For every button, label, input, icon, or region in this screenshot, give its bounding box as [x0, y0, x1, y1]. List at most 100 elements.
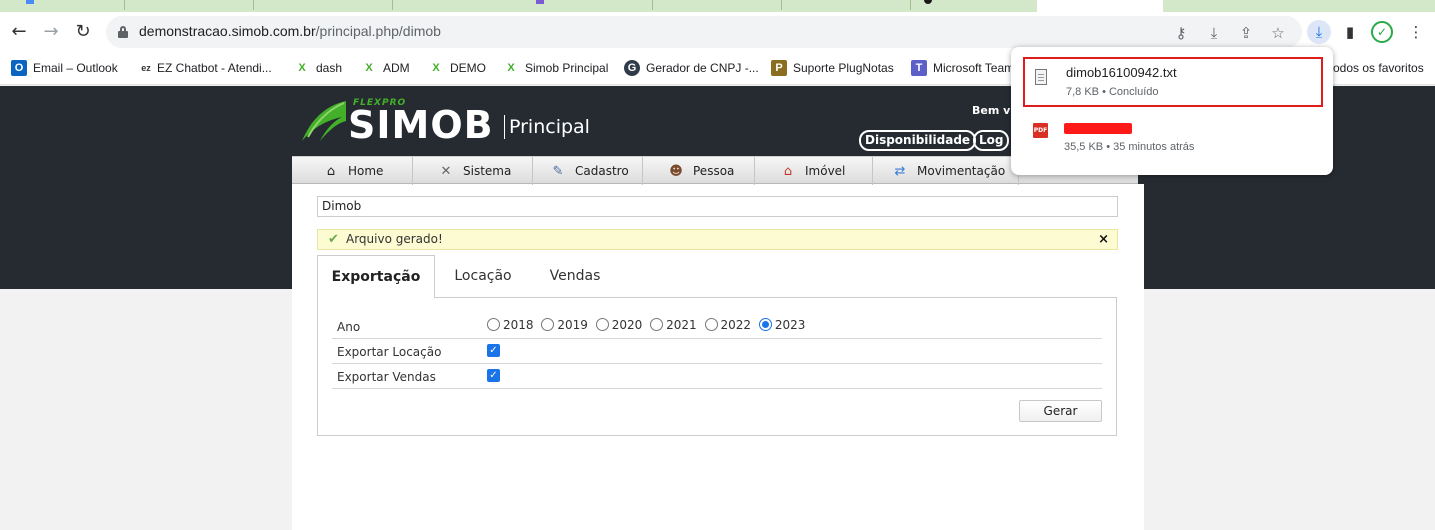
- bookmark-adm[interactable]: X ADM: [361, 60, 410, 78]
- bookmark-ez-chatbot[interactable]: ez EZ Chatbot - Atendi...: [138, 60, 272, 78]
- reload-icon[interactable]: ↻: [71, 20, 95, 44]
- star-icon[interactable]: ☆: [1269, 24, 1287, 42]
- profile-avatar[interactable]: ✓: [1371, 21, 1393, 43]
- text-file-icon: [1035, 69, 1047, 85]
- pdf-file-icon: PDF: [1033, 123, 1048, 138]
- pen-icon: ✎: [552, 164, 564, 179]
- year-radio-2021[interactable]: [650, 318, 664, 331]
- menu-label: Movimentação: [917, 164, 1006, 178]
- bookmark-label: DEMO: [450, 61, 486, 75]
- year-radio-2020[interactable]: [595, 318, 609, 331]
- tab-locacao[interactable]: Locação: [440, 255, 526, 298]
- share-icon[interactable]: ⇪: [1237, 24, 1255, 42]
- tab-separator: [781, 0, 782, 10]
- gerar-button[interactable]: Gerar: [1019, 400, 1102, 422]
- bookmark-demo[interactable]: X DEMO: [428, 60, 486, 78]
- welcome-text: Bem v: [972, 104, 1011, 117]
- download-bubble: dimob16100942.txt 7,8 KB • Concluído PDF…: [1011, 47, 1333, 175]
- swoosh-icon: [302, 101, 346, 141]
- disponibilidade-button[interactable]: Disponibilidade: [859, 130, 977, 151]
- success-alert: ✔ Arquivo gerado! ×: [317, 229, 1118, 250]
- menu-icon[interactable]: ⋮: [1404, 20, 1428, 44]
- simob-x-icon: X: [432, 62, 440, 74]
- exportar-locacao-checkbox[interactable]: ✓: [487, 344, 500, 357]
- year-label: 2020: [611, 318, 643, 332]
- simob-x-icon: X: [507, 62, 515, 74]
- simob-x-icon: X: [298, 62, 306, 74]
- bookmark-suporte-plugnotas[interactable]: P Suporte PlugNotas: [771, 60, 894, 78]
- tab-vendas[interactable]: Vendas: [536, 255, 614, 298]
- form-row-exportar-vendas: Exportar Vendas ✓: [332, 364, 1102, 389]
- menu-sistema[interactable]: ✕ Sistema: [413, 157, 533, 185]
- year-radio-2022[interactable]: [704, 318, 718, 331]
- house-icon: ⌂: [783, 164, 793, 179]
- year-radio-2018[interactable]: [487, 318, 500, 331]
- download-item-pdf[interactable]: PDF 35,5 KB • 35 minutos atrás: [1023, 115, 1323, 165]
- simob-logo[interactable]: FLEXPRO SIMOB Principal: [298, 97, 598, 147]
- tab-favicon-edge: [26, 0, 34, 4]
- simob-x-icon: X: [365, 62, 373, 74]
- close-icon[interactable]: ×: [1098, 230, 1109, 249]
- download-filename: dimob16100942.txt: [1066, 65, 1177, 80]
- bookmark-gerador-cnpj[interactable]: G Gerador de CNPJ -...: [624, 60, 759, 78]
- year-radio-2023[interactable]: [758, 318, 772, 331]
- bookmark-label: dash: [316, 61, 343, 75]
- alert-text: Arquivo gerado!: [346, 232, 443, 246]
- exportar-vendas-checkbox[interactable]: ✓: [487, 369, 500, 382]
- download-meta: 35,5 KB • 35 minutos atrás: [1064, 141, 1195, 153]
- forward-icon[interactable]: →: [39, 20, 63, 44]
- form-row-ano: Ano 2018 2019 2020 2021 2022 2023: [332, 314, 1102, 339]
- bookmark-label: Microsoft Team: [933, 61, 1015, 75]
- lock-icon[interactable]: [118, 26, 128, 38]
- menu-movimentacao[interactable]: ⇄ Movimentação: [873, 157, 1019, 185]
- bookmark-label: ADM: [383, 61, 410, 75]
- url-host: demonstracao.simob.com.br: [139, 23, 316, 39]
- bookmark-label: Gerador de CNPJ -...: [646, 61, 759, 75]
- address-bar[interactable]: demonstracao.simob.com.br/principal.php/…: [106, 16, 1302, 48]
- bookmark-dash[interactable]: Xdash: [294, 60, 342, 78]
- tools-icon: ✕: [440, 164, 452, 179]
- cnpj-icon: G: [624, 60, 640, 76]
- browser-tab-strip: [0, 0, 1435, 12]
- menu-cadastro[interactable]: ✎ Cadastro: [533, 157, 643, 185]
- transfer-icon: ⇄: [894, 164, 906, 179]
- logo-name: SIMOB: [348, 103, 494, 147]
- bookmark-label: Suporte PlugNotas: [793, 61, 894, 75]
- key-icon[interactable]: ⚷: [1172, 24, 1190, 42]
- sidebar-icon[interactable]: ▮: [1338, 20, 1362, 44]
- bookmark-label: EZ Chatbot - Atendi...: [157, 61, 272, 75]
- home-icon: ⌂: [326, 164, 336, 179]
- year-label: 2023: [774, 318, 806, 332]
- menu-home[interactable]: ⌂ Home: [292, 157, 413, 185]
- check-icon: ✔: [328, 232, 339, 247]
- browser-tab-active[interactable]: [1037, 0, 1163, 12]
- download-icon[interactable]: ⤓: [1307, 20, 1331, 44]
- tab-exportacao[interactable]: Exportação: [317, 255, 435, 298]
- tab-separator: [392, 0, 393, 10]
- form-row-exportar-locacao: Exportar Locação ✓: [332, 339, 1102, 364]
- person-icon: ☻: [669, 164, 683, 179]
- menu-imovel[interactable]: ⌂ Imóvel: [755, 157, 873, 185]
- menu-pessoa[interactable]: ☻ Pessoa: [643, 157, 755, 185]
- year-label: 2019: [557, 318, 588, 332]
- exportar-vendas-label: Exportar Vendas: [337, 370, 436, 384]
- teams-icon: T: [911, 60, 927, 76]
- bookmark-microsoft-teams[interactable]: T Microsoft Team: [911, 60, 1014, 78]
- bookmark-simob-principal[interactable]: X Simob Principal: [503, 60, 608, 78]
- install-icon[interactable]: ⤓: [1205, 24, 1223, 42]
- year-radio-group: 2018 2019 2020 2021 2022 2023: [487, 318, 809, 332]
- bookmark-all-favorites[interactable]: odos os favoritos: [1333, 60, 1424, 78]
- bookmark-outlook[interactable]: O Email – Outlook: [11, 60, 118, 78]
- tab-separator: [652, 0, 653, 10]
- log-button[interactable]: Log: [973, 130, 1010, 151]
- year-radio-2019[interactable]: [541, 318, 555, 331]
- ano-label: Ano: [337, 320, 361, 334]
- plugnotas-icon: P: [771, 60, 787, 76]
- tab-separator: [124, 0, 125, 10]
- download-item-txt[interactable]: dimob16100942.txt 7,8 KB • Concluído: [1023, 57, 1323, 107]
- back-icon[interactable]: ←: [7, 20, 31, 44]
- exportar-locacao-label: Exportar Locação: [337, 345, 442, 359]
- address-url[interactable]: demonstracao.simob.com.br/principal.php/…: [139, 23, 441, 39]
- menu-label: Home: [348, 164, 384, 178]
- tab-separator: [253, 0, 254, 10]
